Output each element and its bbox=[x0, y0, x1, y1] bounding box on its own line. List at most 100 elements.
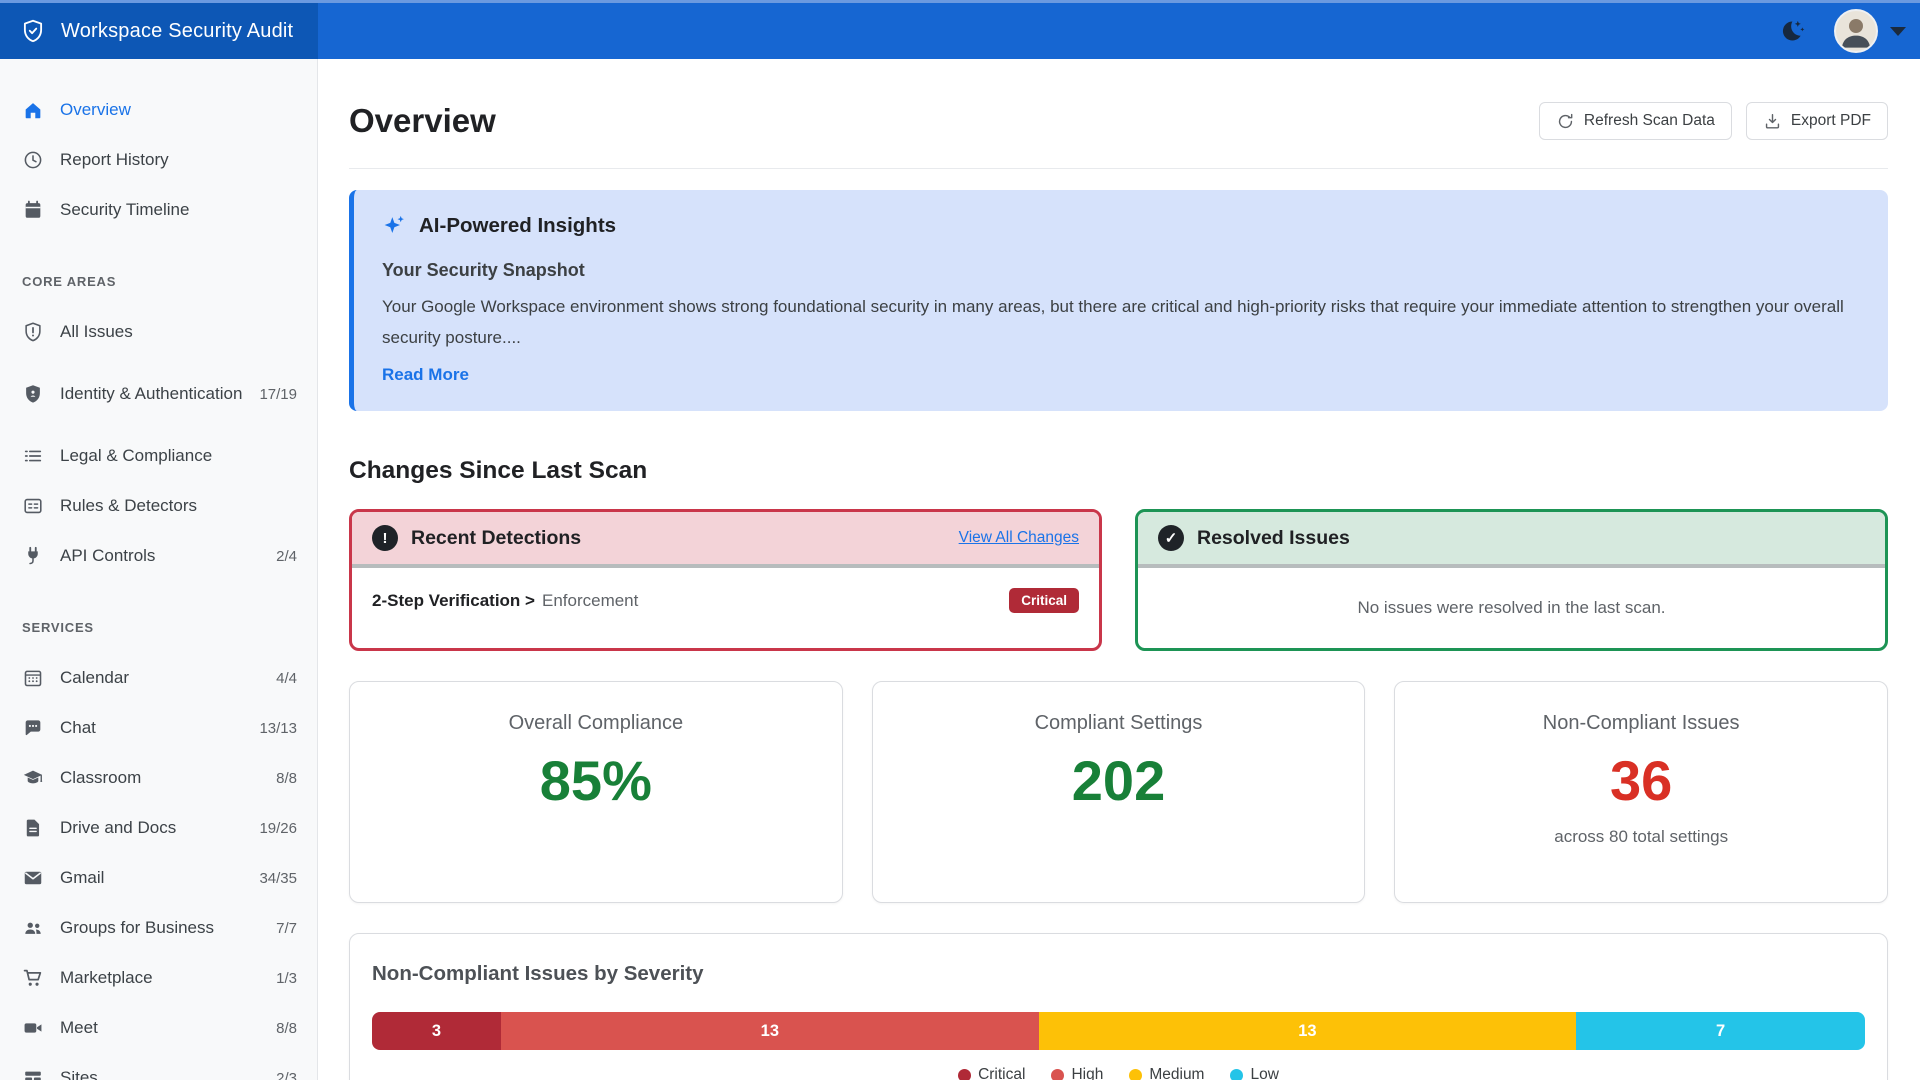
sidebar-item-label: Chat bbox=[60, 717, 243, 740]
legend-dot bbox=[1129, 1069, 1142, 1080]
sidebar-item-meet[interactable]: Meet 8/8 bbox=[0, 1003, 317, 1053]
sidebar-section-core-areas: CORE AREAS bbox=[0, 265, 317, 297]
sidebar-item-sites[interactable]: Sites 2/3 bbox=[0, 1053, 317, 1080]
detection-setting: 2-Step Verification > bbox=[372, 591, 535, 610]
sidebar-item-overview[interactable]: Overview bbox=[0, 85, 317, 135]
refresh-button-label: Refresh Scan Data bbox=[1584, 112, 1715, 130]
recent-detections-header: ! Recent Detections View All Changes bbox=[352, 512, 1099, 568]
legend-dot bbox=[1230, 1069, 1243, 1080]
detection-detail: Enforcement bbox=[542, 591, 638, 610]
sidebar-item-legal-compliance[interactable]: Legal & Compliance bbox=[0, 431, 317, 481]
legend-dot bbox=[958, 1069, 971, 1080]
page-actions: Refresh Scan Data Export PDF bbox=[1539, 102, 1888, 140]
sidebar-item-all-issues[interactable]: All Issues bbox=[0, 307, 317, 357]
legend-label: Critical bbox=[978, 1066, 1025, 1080]
shield-alert-icon bbox=[22, 321, 44, 343]
severity-chart-title: Non-Compliant Issues by Severity bbox=[372, 960, 1865, 988]
severity-segment-medium: 13 bbox=[1039, 1012, 1577, 1050]
user-avatar[interactable] bbox=[1834, 9, 1878, 53]
document-icon bbox=[22, 817, 44, 839]
sidebar-item-count: 34/35 bbox=[259, 870, 297, 887]
app-brand: Workspace Security Audit bbox=[0, 3, 318, 59]
page-header: Overview Refresh Scan Data Export PDF bbox=[349, 99, 1888, 143]
stat-sub bbox=[873, 827, 1365, 847]
account-menu-caret-icon[interactable] bbox=[1890, 27, 1906, 36]
severity-chart-card: Non-Compliant Issues by Severity 313137 … bbox=[349, 933, 1888, 1080]
sidebar-item-label: Report History bbox=[60, 149, 297, 172]
sidebar-item-label: Sites bbox=[60, 1067, 260, 1080]
plug-icon bbox=[22, 545, 44, 567]
detection-row[interactable]: 2-Step Verification > Enforcement Critica… bbox=[352, 568, 1099, 637]
read-more-link[interactable]: Read More bbox=[382, 365, 469, 385]
sidebar-item-label: Legal & Compliance bbox=[60, 445, 281, 468]
clock-icon bbox=[22, 149, 44, 171]
sidebar-item-count: 13/13 bbox=[259, 720, 297, 737]
recent-detections-title: Recent Detections bbox=[411, 527, 581, 550]
app-title: Workspace Security Audit bbox=[61, 20, 293, 43]
sidebar-item-api-controls[interactable]: API Controls 2/4 bbox=[0, 531, 317, 581]
chat-bubble-icon bbox=[22, 717, 44, 739]
changes-row: ! Recent Detections View All Changes 2-S… bbox=[349, 509, 1888, 651]
ai-insights-card: AI-Powered Insights Your Security Snapsh… bbox=[349, 190, 1888, 411]
sidebar-item-label: Marketplace bbox=[60, 967, 260, 990]
stat-label: Compliant Settings bbox=[873, 712, 1365, 735]
sidebar-item-identity-authentication[interactable]: Identity & Authentication 17/19 bbox=[0, 357, 317, 431]
resolved-issues-message: No issues were resolved in the last scan… bbox=[1138, 568, 1885, 648]
calendar-grid-icon bbox=[22, 667, 44, 689]
main-content: Overview Refresh Scan Data Export PDF AI… bbox=[318, 59, 1920, 1080]
export-pdf-button[interactable]: Export PDF bbox=[1746, 102, 1888, 140]
sidebar-nav: Overview Report History Security Timelin… bbox=[0, 59, 318, 1080]
video-camera-icon bbox=[22, 1017, 44, 1039]
stat-card-compliant-settings: Compliant Settings 202 bbox=[872, 681, 1366, 903]
sidebar-item-calendar[interactable]: Calendar 4/4 bbox=[0, 653, 317, 703]
sidebar-item-security-timeline[interactable]: Security Timeline bbox=[0, 185, 317, 235]
people-icon bbox=[22, 917, 44, 939]
check-seal-icon: ✓ bbox=[1158, 525, 1184, 551]
ai-insights-title: AI-Powered Insights bbox=[419, 214, 616, 238]
stat-card-non-compliant-issues: Non-Compliant Issues 36 across 80 total … bbox=[1394, 681, 1888, 903]
graduation-cap-icon bbox=[22, 767, 44, 789]
sidebar-item-label: Drive and Docs bbox=[60, 817, 243, 840]
sidebar-item-label: Calendar bbox=[60, 667, 260, 690]
severity-bar: 313137 bbox=[372, 1012, 1865, 1050]
refresh-scan-button[interactable]: Refresh Scan Data bbox=[1539, 102, 1732, 140]
resolved-issues-header: ✓ Resolved Issues bbox=[1138, 512, 1885, 568]
sidebar-item-drive-docs[interactable]: Drive and Docs 19/26 bbox=[0, 803, 317, 853]
legend-label: Low bbox=[1250, 1066, 1278, 1080]
stat-value: 85% bbox=[350, 751, 842, 811]
sidebar-item-label: Gmail bbox=[60, 867, 243, 890]
list-icon bbox=[22, 445, 44, 467]
sidebar-item-label: All Issues bbox=[60, 321, 281, 344]
sidebar-item-chat[interactable]: Chat 13/13 bbox=[0, 703, 317, 753]
legend-item-low: Low bbox=[1230, 1066, 1278, 1080]
sidebar-item-count: 8/8 bbox=[276, 770, 297, 787]
sidebar-item-marketplace[interactable]: Marketplace 1/3 bbox=[0, 953, 317, 1003]
shield-check-icon bbox=[20, 18, 46, 44]
view-all-changes-link[interactable]: View All Changes bbox=[959, 529, 1079, 547]
header-divider bbox=[349, 168, 1888, 169]
resolved-issues-title: Resolved Issues bbox=[1197, 527, 1350, 550]
legend-label: Medium bbox=[1149, 1066, 1204, 1080]
refresh-icon bbox=[1556, 112, 1575, 131]
recent-detections-card: ! Recent Detections View All Changes 2-S… bbox=[349, 509, 1102, 651]
envelope-icon bbox=[22, 867, 44, 889]
sidebar-item-count: 7/7 bbox=[276, 920, 297, 937]
sidebar-item-label: Security Timeline bbox=[60, 199, 297, 222]
sidebar-item-label: Rules & Detectors bbox=[60, 495, 281, 518]
sidebar-item-report-history[interactable]: Report History bbox=[0, 135, 317, 185]
severity-badge: Critical bbox=[1009, 588, 1079, 613]
legend-label: High bbox=[1071, 1066, 1103, 1080]
severity-segment-critical: 3 bbox=[372, 1012, 501, 1050]
sites-icon bbox=[22, 1067, 44, 1080]
sidebar-item-classroom[interactable]: Classroom 8/8 bbox=[0, 753, 317, 803]
dark-mode-toggle-moon-icon[interactable] bbox=[1778, 18, 1806, 44]
sidebar-item-label: Meet bbox=[60, 1017, 260, 1040]
cart-icon bbox=[22, 967, 44, 989]
legend-item-medium: Medium bbox=[1129, 1066, 1204, 1080]
stat-sub bbox=[350, 827, 842, 847]
sidebar-item-groups[interactable]: Groups for Business 7/7 bbox=[0, 903, 317, 953]
legend-item-critical: Critical bbox=[958, 1066, 1025, 1080]
sidebar-item-rules-detectors[interactable]: Rules & Detectors bbox=[0, 481, 317, 531]
topbar: Workspace Security Audit bbox=[0, 0, 1920, 59]
sidebar-item-gmail[interactable]: Gmail 34/35 bbox=[0, 853, 317, 903]
